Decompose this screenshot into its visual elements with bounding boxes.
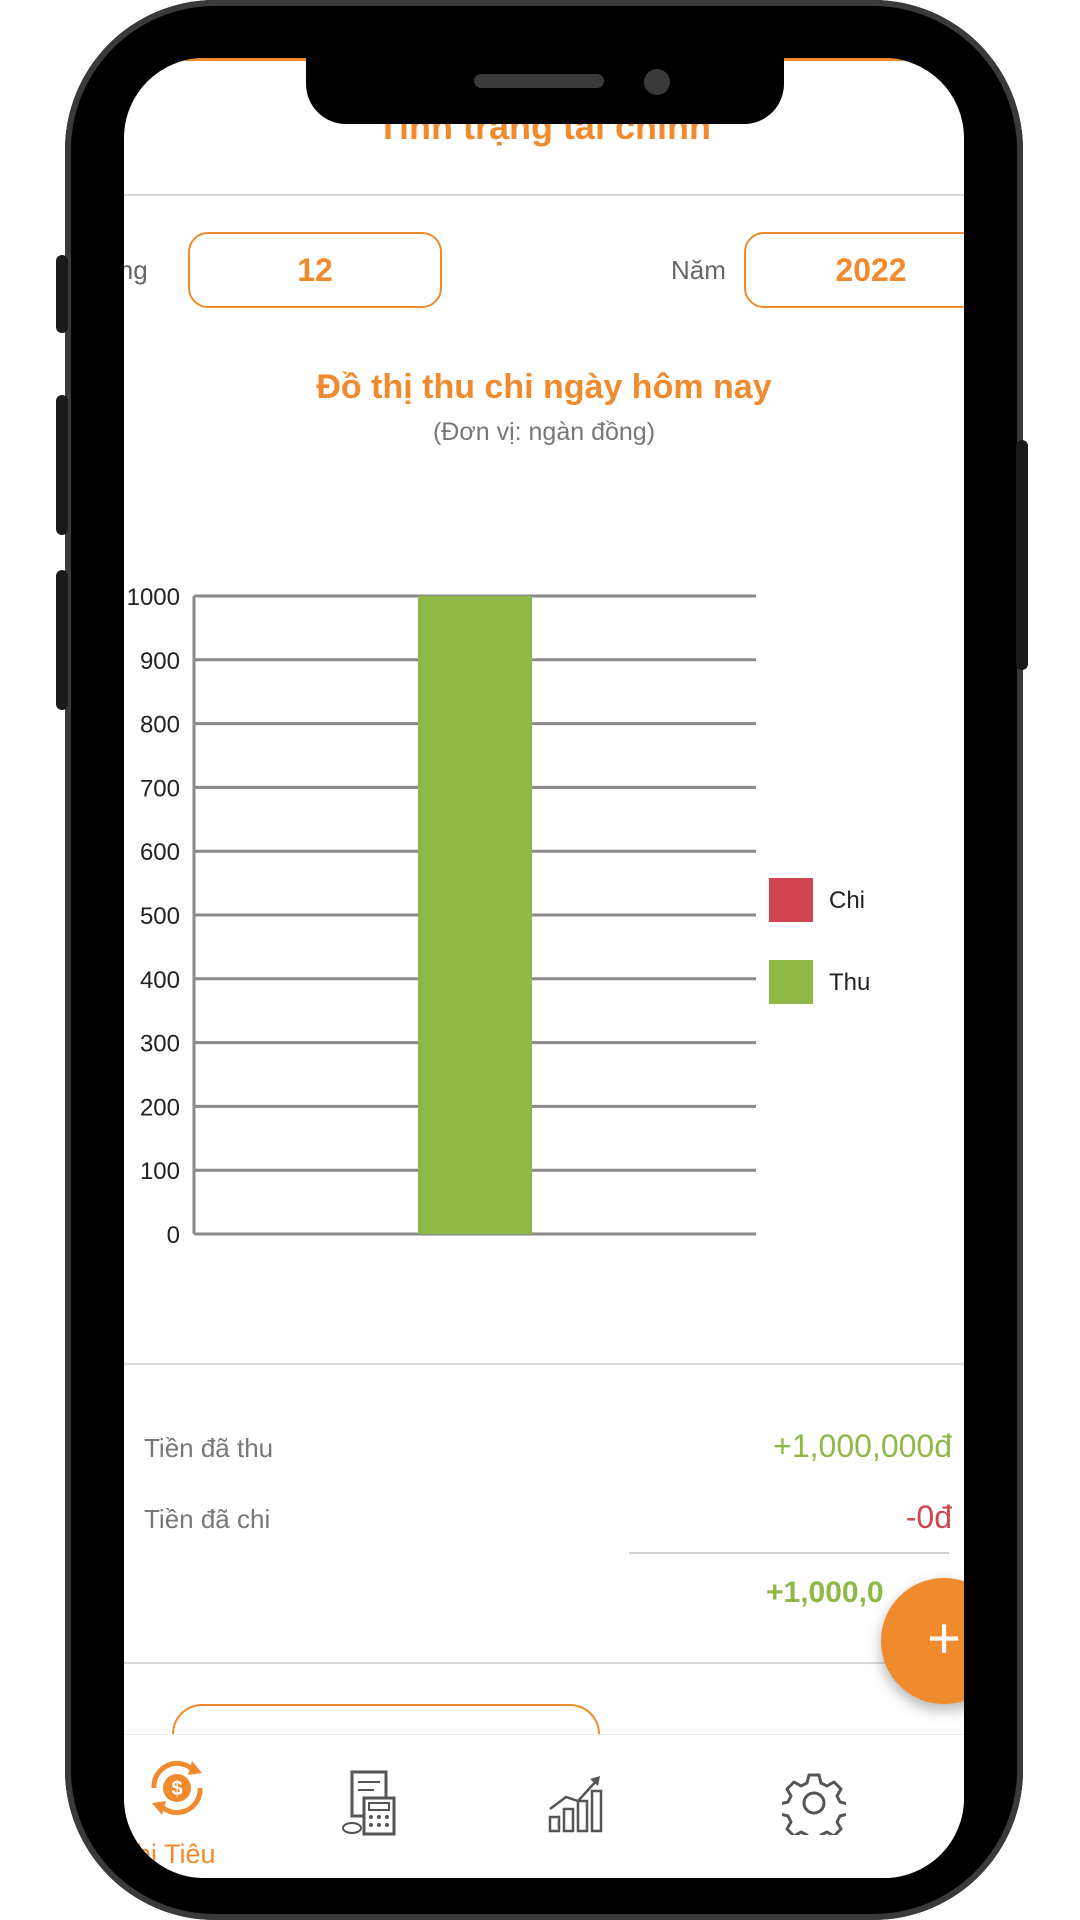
bottom-nav: $ hi Tiêu	[124, 1734, 964, 1878]
app-screen: Tình trạng tài chính Tháng 12 Năm 2022 Đ…	[124, 58, 964, 1878]
y-tick-label: 300	[140, 1031, 180, 1058]
expense-label: Tiền đã chi	[144, 1504, 271, 1534]
month-label: Tháng	[124, 255, 148, 285]
chart-title: Đồ thị thu chi ngày hôm nay	[316, 368, 772, 406]
year-label: Năm	[671, 255, 726, 285]
y-tick-label: 200	[140, 1094, 180, 1121]
side-button	[56, 255, 68, 333]
phone-notch	[306, 56, 784, 124]
y-tick-label: 100	[140, 1158, 180, 1185]
calculator-document-icon	[342, 1770, 396, 1836]
bar-chart: 0 100 200 300 400 500 600 700 800 900 1000 Chi Thu	[127, 584, 871, 1249]
y-tick-label: 0	[167, 1222, 180, 1249]
side-button	[1016, 440, 1028, 670]
year-field[interactable]: 2022	[744, 232, 964, 308]
speaker-grille	[474, 74, 604, 88]
side-button	[56, 395, 68, 535]
nav-label-chi-tieu: hi Tiêu	[136, 1839, 216, 1869]
add-transaction-button[interactable]: +	[881, 1578, 964, 1704]
growth-chart-icon	[548, 1776, 603, 1833]
nav-item-report[interactable]	[534, 1735, 734, 1878]
chart-subtitle: (Đơn vị: ngàn đồng)	[432, 418, 656, 446]
income-value: +1,000,000đ	[773, 1428, 952, 1464]
y-tick-label: 400	[140, 967, 180, 994]
y-tick-label: 900	[140, 648, 180, 675]
section-divider	[124, 1662, 964, 1664]
svg-text:$: $	[171, 1778, 182, 1800]
chart-divider	[124, 1363, 964, 1365]
legend-swatch-chi	[769, 878, 813, 922]
nav-item-chi-tieu[interactable]: $ hi Tiêu	[124, 1735, 324, 1878]
side-button	[56, 570, 68, 710]
bar-thu	[418, 596, 532, 1234]
legend-swatch-thu	[769, 960, 813, 1004]
y-tick-label: 800	[140, 712, 180, 739]
y-tick-label: 1000	[127, 584, 180, 611]
nav-item-budget[interactable]	[334, 1735, 534, 1878]
y-tick-label: 500	[140, 903, 180, 930]
nav-item-settings[interactable]	[764, 1735, 964, 1878]
month-field[interactable]: 12	[188, 232, 442, 308]
legend-label-chi: Chi	[829, 887, 865, 914]
y-tick-label: 700	[140, 775, 180, 802]
y-tick-label: 600	[140, 839, 180, 866]
total-value: +1,000,0	[766, 1576, 884, 1609]
expense-value: -0đ	[905, 1499, 952, 1535]
legend-label-thu: Thu	[829, 969, 870, 996]
gear-icon	[782, 1773, 846, 1835]
income-label: Tiền đã thu	[144, 1433, 274, 1463]
header-divider	[124, 194, 964, 196]
front-camera	[644, 69, 670, 95]
money-cycle-icon: $	[151, 1760, 203, 1816]
summary-divider	[629, 1552, 949, 1554]
